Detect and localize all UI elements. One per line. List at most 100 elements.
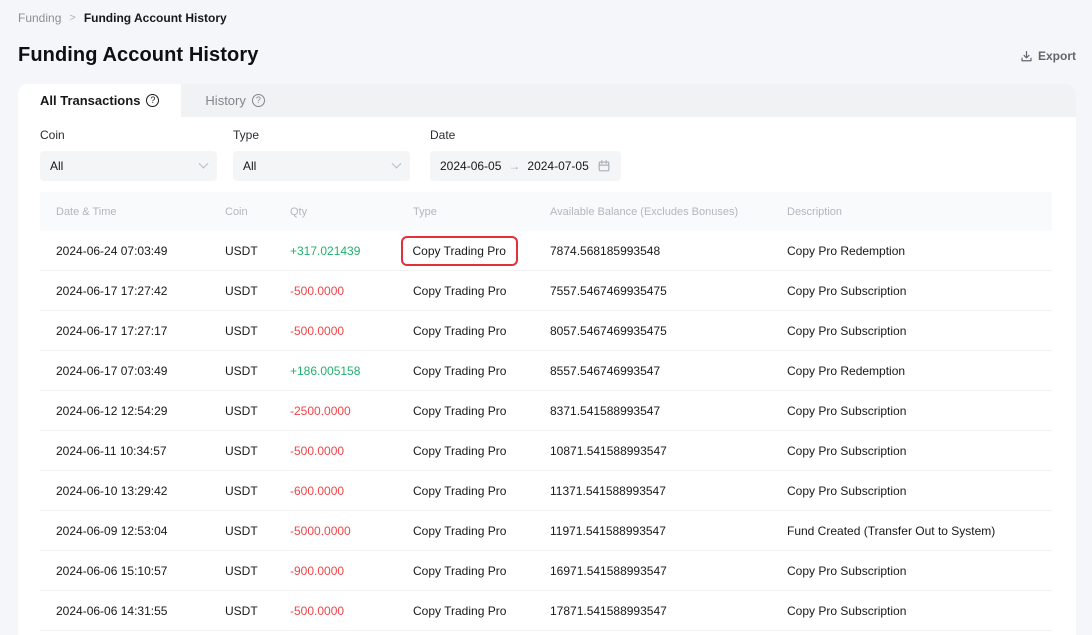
export-label: Export [1038, 49, 1076, 63]
cell-coin: USDT [225, 564, 290, 578]
cell-qty: -500.0000 [290, 324, 413, 338]
col-header-qty: Qty [290, 206, 413, 218]
help-icon[interactable]: ? [146, 94, 159, 107]
cell-type: Copy Trading Pro [413, 444, 550, 458]
cell-type: Copy Trading Pro [413, 564, 550, 578]
table-row: 2024-06-24 07:03:49USDT+317.021439Copy T… [40, 231, 1052, 271]
date-start-value: 2024-06-05 [440, 159, 501, 173]
cell-coin: USDT [225, 444, 290, 458]
table-row: 2024-06-17 17:27:17USDT-500.0000Copy Tra… [40, 311, 1052, 351]
cell-description: Copy Pro Subscription [787, 444, 1052, 458]
transactions-table: Date & Time Coin Qty Type Available Bala… [40, 192, 1052, 631]
cell-description: Copy Pro Subscription [787, 404, 1052, 418]
cell-coin: USDT [225, 324, 290, 338]
cell-qty: -500.0000 [290, 284, 413, 298]
type-select[interactable]: All [233, 151, 410, 181]
col-header-coin: Coin [225, 206, 290, 218]
cell-type: Copy Trading Pro [413, 364, 550, 378]
cell-balance: 10871.541588993547 [550, 444, 787, 458]
cell-coin: USDT [225, 524, 290, 538]
cell-qty: -500.0000 [290, 604, 413, 618]
cell-datetime: 2024-06-17 17:27:42 [56, 284, 225, 298]
type-select-value: All [243, 159, 256, 173]
col-header-balance: Available Balance (Excludes Bonuses) [550, 206, 787, 218]
col-header-type: Type [413, 206, 550, 218]
cell-balance: 7557.5467469935475 [550, 284, 787, 298]
cell-balance: 8557.546746993547 [550, 364, 787, 378]
cell-coin: USDT [225, 284, 290, 298]
cell-datetime: 2024-06-24 07:03:49 [56, 244, 225, 258]
tab-all-transactions-label: All Transactions [40, 93, 140, 108]
cell-description: Copy Pro Subscription [787, 324, 1052, 338]
table-row: 2024-06-12 12:54:29USDT-2500.0000Copy Tr… [40, 391, 1052, 431]
table-row: 2024-06-10 13:29:42USDT-600.0000Copy Tra… [40, 471, 1052, 511]
col-header-description: Description [787, 206, 1052, 218]
type-filter: Type All [233, 128, 410, 181]
type-filter-label: Type [233, 128, 410, 142]
coin-select-value: All [50, 159, 63, 173]
cell-description: Copy Pro Redemption [787, 364, 1052, 378]
cell-datetime: 2024-06-06 15:10:57 [56, 564, 225, 578]
date-range-picker[interactable]: 2024-06-05 → 2024-07-05 [430, 151, 621, 181]
cell-qty: -5000.0000 [290, 524, 413, 538]
breadcrumb-current: Funding Account History [84, 11, 227, 25]
cell-type: Copy Trading Pro [413, 604, 550, 618]
cell-coin: USDT [225, 604, 290, 618]
cell-coin: USDT [225, 364, 290, 378]
export-icon [1020, 50, 1033, 63]
chevron-down-icon [199, 158, 209, 168]
date-filter-label: Date [430, 128, 621, 142]
cell-qty: +186.005158 [290, 364, 413, 378]
cell-datetime: 2024-06-11 10:34:57 [56, 444, 225, 458]
tab-all-transactions[interactable]: All Transactions ? [18, 84, 181, 117]
breadcrumb: Funding > Funding Account History [18, 11, 227, 25]
highlight-box: Copy Trading Pro [401, 236, 518, 266]
content-card: All Transactions ? History ? Coin All Ty… [18, 84, 1076, 635]
help-icon[interactable]: ? [252, 94, 265, 107]
coin-select[interactable]: All [40, 151, 217, 181]
cell-type: Copy Trading Pro [413, 404, 550, 418]
cell-datetime: 2024-06-17 07:03:49 [56, 364, 225, 378]
cell-type: Copy Trading Pro [413, 236, 550, 266]
col-header-datetime: Date & Time [56, 206, 225, 218]
tab-history[interactable]: History ? [183, 84, 286, 117]
cell-balance: 7874.568185993548 [550, 244, 787, 258]
table-row: 2024-06-17 17:27:42USDT-500.0000Copy Tra… [40, 271, 1052, 311]
cell-qty: -900.0000 [290, 564, 413, 578]
cell-qty: -600.0000 [290, 484, 413, 498]
chevron-down-icon [392, 158, 402, 168]
breadcrumb-funding-link[interactable]: Funding [18, 11, 61, 25]
cell-description: Fund Created (Transfer Out to System) [787, 524, 1052, 538]
table-row: 2024-06-11 10:34:57USDT-500.0000Copy Tra… [40, 431, 1052, 471]
cell-balance: 8057.5467469935475 [550, 324, 787, 338]
cell-balance: 16971.541588993547 [550, 564, 787, 578]
table-header: Date & Time Coin Qty Type Available Bala… [40, 192, 1052, 231]
cell-coin: USDT [225, 404, 290, 418]
cell-datetime: 2024-06-12 12:54:29 [56, 404, 225, 418]
date-end-value: 2024-07-05 [527, 159, 588, 173]
cell-datetime: 2024-06-17 17:27:17 [56, 324, 225, 338]
date-range-arrow-icon: → [508, 159, 520, 173]
cell-balance: 8371.541588993547 [550, 404, 787, 418]
table-row: 2024-06-06 15:10:57USDT-900.0000Copy Tra… [40, 551, 1052, 591]
page-title: Funding Account History [18, 44, 258, 67]
cell-qty: -500.0000 [290, 444, 413, 458]
table-body: 2024-06-24 07:03:49USDT+317.021439Copy T… [40, 231, 1052, 631]
tab-history-label: History [205, 93, 245, 108]
tab-bar: All Transactions ? History ? [18, 84, 1076, 117]
cell-type: Copy Trading Pro [413, 524, 550, 538]
cell-description: Copy Pro Subscription [787, 484, 1052, 498]
cell-description: Copy Pro Subscription [787, 284, 1052, 298]
table-row: 2024-06-09 12:53:04USDT-5000.0000Copy Tr… [40, 511, 1052, 551]
breadcrumb-separator-icon: > [69, 12, 75, 24]
cell-description: Copy Pro Subscription [787, 564, 1052, 578]
cell-balance: 17871.541588993547 [550, 604, 787, 618]
cell-type: Copy Trading Pro [413, 324, 550, 338]
export-button[interactable]: Export [1020, 49, 1076, 63]
date-filter: Date 2024-06-05 → 2024-07-05 [430, 128, 621, 181]
cell-datetime: 2024-06-06 14:31:55 [56, 604, 225, 618]
cell-balance: 11371.541588993547 [550, 484, 787, 498]
cell-qty: +317.021439 [290, 244, 413, 258]
calendar-icon [597, 159, 611, 173]
table-row: 2024-06-17 07:03:49USDT+186.005158Copy T… [40, 351, 1052, 391]
